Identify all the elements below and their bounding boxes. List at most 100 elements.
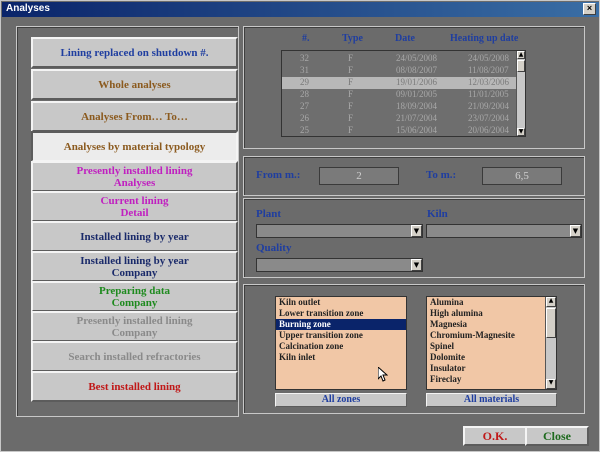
material-list[interactable]: Alumina High alumina Magnesia Chromium-M… [426,296,557,390]
menu-analyses-from-to-button[interactable]: Analyses From… To… [31,101,238,132]
table-scrollbar[interactable]: ▲ ▼ [516,51,525,136]
column-header-heating-date: Heating up date [450,33,519,44]
all-zones-button[interactable]: All zones [275,393,407,407]
menu-analyses-by-material-button[interactable]: Analyses by material typology [31,131,238,162]
close-icon[interactable]: × [583,3,596,15]
scrollbar-thumb[interactable] [546,308,556,338]
chevron-up-icon[interactable]: ▲ [546,297,556,307]
chevron-down-icon[interactable]: ▼ [411,259,422,271]
quality-select[interactable]: ▼ [256,258,423,272]
cell-date: 19/01/2006 [396,77,438,87]
quality-label: Quality [256,242,292,254]
cell-date: 21/07/2004 [396,113,438,123]
list-item[interactable]: Dolomite [427,352,556,363]
close-button[interactable]: Close [525,426,589,446]
menu-label-line1: Current lining [100,194,169,207]
chevron-up-icon[interactable]: ▲ [517,51,525,59]
cell-heating-date: 23/07/2004 [468,113,510,123]
scrollbar-thumb[interactable] [517,60,525,72]
cell-number: 25 [300,125,309,135]
menu-presently-installed-company-button[interactable]: Presently installed lining Company [31,311,238,342]
cell-type: F [348,77,354,87]
shutdown-list[interactable]: 32 F 24/05/2008 24/05/2008 31 F 08/08/2007 11/… [281,50,526,137]
ok-button[interactable]: O.K. [463,426,527,446]
list-item[interactable]: High alumina [427,308,556,319]
chevron-down-icon[interactable]: ▼ [570,225,581,237]
analyses-menu-panel: Lining replaced on shutdown #. Whole ana… [16,26,239,417]
list-item[interactable]: Fireclay [427,374,556,385]
menu-label-line1: Presently installed lining [76,164,193,177]
all-materials-button[interactable]: All materials [426,393,557,407]
list-item[interactable]: Insulator [427,363,556,374]
list-item[interactable]: Kiln inlet [276,352,406,363]
list-item[interactable]: Kiln outlet [276,297,406,308]
chevron-down-icon[interactable]: ▼ [411,225,422,237]
menu-best-installed-lining-button[interactable]: Best installed lining [31,371,238,402]
list-item[interactable]: Alumina [427,297,556,308]
table-row[interactable]: 25 F 15/06/2004 20/06/2004 [282,125,518,136]
menu-label-line1: Presently installed lining [76,314,193,327]
from-label: From m.: [256,169,301,181]
filter-panel: Plant ▼ Kiln ▼ Quality ▼ [243,198,585,278]
cell-heating-date: 12/03/2006 [468,77,510,87]
menu-label-line2: Company [111,326,158,339]
table-row-selected[interactable]: 29 F 19/01/2006 12/03/2006 [282,77,518,89]
cell-number: 32 [300,53,309,63]
list-item[interactable]: Calcination zone [276,341,406,352]
list-item[interactable]: Upper transition zone [276,330,406,341]
menu-label-line1: Preparing data [99,284,170,297]
menu-label-line2: Company [111,296,158,309]
list-item[interactable]: Lower transition zone [276,308,406,319]
cell-number: 29 [300,77,309,87]
cell-date: 15/06/2004 [396,125,438,135]
chevron-down-icon[interactable]: ▼ [546,379,556,389]
menu-label: Whole analyses [98,78,171,91]
cell-number: 28 [300,89,309,99]
cell-heating-date: 21/09/2004 [468,101,510,111]
plant-label: Plant [256,208,282,220]
chevron-down-icon[interactable]: ▼ [517,128,525,136]
cell-type: F [348,113,354,123]
material-scrollbar[interactable]: ▲ ▼ [545,297,556,389]
menu-search-refractories-button[interactable]: Search installed refractories [31,341,238,372]
table-row[interactable]: 27 F 18/09/2004 21/09/2004 [282,101,518,113]
cell-date: 24/05/2008 [396,53,438,63]
menu-label-line2: Detail [120,206,149,219]
to-label: To m.: [426,169,457,181]
to-input[interactable]: 6,5 [482,167,562,185]
shutdown-table-panel: #. Type Date Heating up date 32 F 24/05/20… [243,26,585,149]
plant-select[interactable]: ▼ [256,224,423,238]
from-input[interactable]: 2 [319,167,399,185]
list-item-selected[interactable]: Burning zone [276,319,406,330]
menu-installed-by-year-button[interactable]: Installed lining by year [31,221,238,252]
menu-presently-installed-analyses-button[interactable]: Presently installed lining Analyses [31,161,238,192]
table-row[interactable]: 28 F 09/01/2005 11/01/2005 [282,89,518,101]
menu-whole-analyses-button[interactable]: Whole analyses [31,69,238,100]
list-item[interactable]: Magnesia [427,319,556,330]
menu-preparing-data-company-button[interactable]: Preparing data Company [31,281,238,312]
list-item[interactable]: Chromium-Magnesite [427,330,556,341]
cell-heating-date: 11/01/2005 [468,89,509,99]
table-row[interactable]: 32 F 24/05/2008 24/05/2008 [282,53,518,65]
list-item[interactable]: Spinel [427,341,556,352]
table-row[interactable]: 26 F 21/07/2004 23/07/2004 [282,113,518,125]
cell-type: F [348,125,354,135]
zone-material-panel: Kiln outlet Lower transition zone Burnin… [243,284,585,414]
title-bar[interactable]: Analyses × [2,2,599,17]
cell-type: F [348,89,354,99]
menu-label: Lining replaced on shutdown #. [60,46,209,59]
table-row[interactable]: 31 F 08/08/2007 11/08/2007 [282,65,518,77]
menu-label: Installed lining by year [80,230,189,243]
menu-current-lining-detail-button[interactable]: Current lining Detail [31,191,238,222]
cell-number: 26 [300,113,309,123]
menu-label-line2: Company [111,266,158,279]
menu-lining-replaced-button[interactable]: Lining replaced on shutdown #. [31,37,238,68]
menu-installed-by-year-company-button[interactable]: Installed lining by year Company [31,251,238,282]
kiln-select[interactable]: ▼ [426,224,582,238]
cell-date: 09/01/2005 [396,89,438,99]
kiln-label: Kiln [427,208,448,220]
cell-heating-date: 24/05/2008 [468,53,510,63]
menu-label: Search installed refractories [68,350,201,363]
cell-number: 27 [300,101,309,111]
cell-date: 08/08/2007 [396,65,438,75]
